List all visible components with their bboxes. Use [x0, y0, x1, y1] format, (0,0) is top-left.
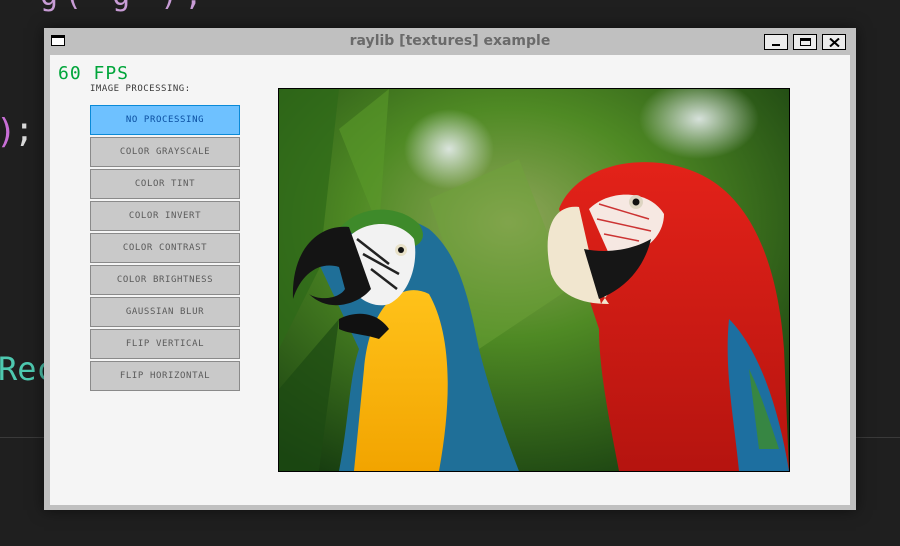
- gaussian-blur-button[interactable]: GAUSSIAN BLUR: [90, 297, 240, 327]
- background-code-semicolon: ;: [14, 110, 35, 150]
- no-processing-button[interactable]: NO PROCESSING: [90, 105, 240, 135]
- parrots-image: [278, 88, 790, 472]
- close-icon: [829, 38, 840, 47]
- title-bar[interactable]: raylib [textures] example: [44, 28, 856, 55]
- flip-vertical-button[interactable]: FLIP VERTICAL: [90, 329, 240, 359]
- app-window: raylib [textures] example 60 FPS IMAGE P…: [44, 28, 856, 510]
- fps-counter: 60 FPS: [58, 63, 130, 84]
- color-invert-button[interactable]: COLOR INVERT: [90, 201, 240, 231]
- minimize-button[interactable]: [764, 34, 788, 50]
- client-area: 60 FPS IMAGE PROCESSING: NO PROCESSING C…: [50, 55, 850, 505]
- maximize-button[interactable]: [793, 34, 817, 50]
- parrots-illustration: [279, 89, 789, 471]
- image-processing-label: IMAGE PROCESSING:: [90, 84, 191, 94]
- color-tint-button[interactable]: COLOR TINT: [90, 169, 240, 199]
- background-code-fragment: g( g ),: [40, 0, 208, 13]
- color-contrast-button[interactable]: COLOR CONTRAST: [90, 233, 240, 263]
- close-button[interactable]: [822, 34, 846, 50]
- color-brightness-button[interactable]: COLOR BRIGHTNESS: [90, 265, 240, 295]
- color-grayscale-button[interactable]: COLOR GRAYSCALE: [90, 137, 240, 167]
- flip-horizontal-button[interactable]: FLIP HORIZONTAL: [90, 361, 240, 391]
- window-title: raylib [textures] example: [349, 33, 551, 49]
